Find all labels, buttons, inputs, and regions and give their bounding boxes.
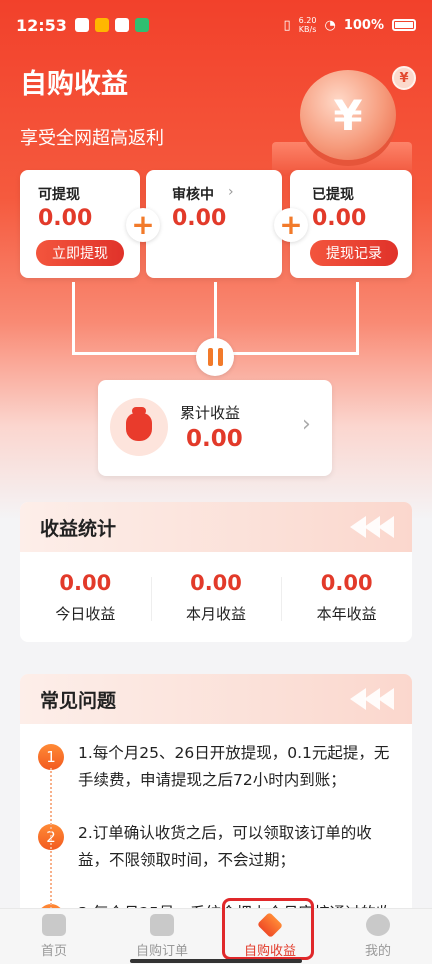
stat-year: 0.00 本年收益 xyxy=(281,571,412,624)
battery-icon xyxy=(392,19,416,31)
faq-item: 1 1.每个月25、26日开放提现，0.1元起提，无手续费，申请提现之后72小时… xyxy=(20,740,396,794)
arrows-decoration-icon xyxy=(350,516,394,538)
home-indicator[interactable] xyxy=(130,959,302,963)
faq-text: 1.每个月25、26日开放提现，0.1元起提，无手续费，申请提现之后72小时内到… xyxy=(78,744,390,789)
order-icon xyxy=(150,914,174,936)
reviewing-card[interactable]: 审核中 › 0.00 xyxy=(146,170,282,278)
total-earnings-value: 0.00 xyxy=(186,426,243,452)
withdraw-record-button[interactable]: 提现记录 xyxy=(310,240,398,266)
plus-icon: + xyxy=(274,208,308,242)
tab-profile[interactable]: 我的 xyxy=(324,909,432,964)
arrows-decoration-icon xyxy=(350,688,394,710)
reviewing-value: 0.00 xyxy=(172,206,227,231)
withdraw-now-button[interactable]: 立即提现 xyxy=(36,240,124,266)
chevron-right-icon: › xyxy=(302,412,311,437)
withdrawn-label: 已提现 xyxy=(312,187,354,203)
stat-value: 0.00 xyxy=(190,570,242,595)
wechat-notification-icon xyxy=(134,18,149,32)
profile-icon xyxy=(366,914,390,936)
faq-section: 常见问题 1 1.每个月25、26日开放提现，0.1元起提，无手续费，申请提现之… xyxy=(20,674,412,934)
faq-text: 2.订单确认收货之后，可以领取该订单的收益，不限领取时间，不会过期； xyxy=(78,824,372,869)
status-bar: 12:53 ▯ 6.20 KB/s ◔ 100% xyxy=(0,0,432,50)
stat-value: 0.00 xyxy=(320,570,373,595)
connector-line xyxy=(72,282,75,354)
yuan-coin-icon: ¥ xyxy=(300,70,396,160)
tab-self-earnings[interactable]: 自购收益 xyxy=(216,909,324,964)
plus-icon: + xyxy=(126,208,160,242)
withdrawable-value: 0.00 xyxy=(38,206,93,231)
withdrawn-card: 已提现 0.00 提现记录 xyxy=(290,170,412,278)
section-header: 收益统计 xyxy=(20,502,412,552)
total-earnings-card[interactable]: 累计收益 0.00 xyxy=(98,380,332,476)
stat-label: 本年收益 xyxy=(316,604,377,623)
section-header: 常见问题 xyxy=(20,674,412,724)
faq-list: 1 1.每个月25、26日开放提现，0.1元起提，无手续费，申请提现之后72小时… xyxy=(20,724,412,934)
stats-row: 0.00 今日收益 0.00 本月收益 0.00 本年收益 xyxy=(20,552,412,642)
section-title: 常见问题 xyxy=(40,689,117,712)
taobao-notification-icon xyxy=(94,18,109,32)
connector-line xyxy=(356,282,359,354)
stat-month: 0.00 本月收益 xyxy=(150,570,282,624)
tiktok-notification-icon xyxy=(114,18,129,32)
withdrawn-value: 0.00 xyxy=(312,206,367,231)
app-notification-icon xyxy=(74,18,89,32)
net-speed: 6.20 KB/s xyxy=(298,16,317,34)
reviewing-label: 审核中 xyxy=(172,187,214,203)
tab-self-orders[interactable]: 自购订单 xyxy=(108,909,216,964)
pause-icon xyxy=(196,338,234,376)
withdrawable-card: 可提现 0.00 立即提现 xyxy=(20,170,140,278)
connector-line xyxy=(214,282,217,342)
faq-item: 2 2.订单确认收货之后，可以领取该订单的收益，不限领取时间，不会过期； xyxy=(20,820,396,874)
stat-today: 0.00 今日收益 xyxy=(20,571,151,624)
tab-label: 自购订单 xyxy=(135,944,188,959)
battery-percent: 100% xyxy=(343,17,384,33)
notification-icons xyxy=(74,18,149,32)
stat-value: 0.00 xyxy=(59,570,112,595)
tab-label: 首页 xyxy=(40,944,67,959)
faq-number-badge: 1 xyxy=(38,744,64,770)
vibrate-icon: ▯ xyxy=(283,17,291,33)
status-right: ▯ 6.20 KB/s ◔ 100% xyxy=(284,16,416,34)
bottom-tab-bar: 首页 自购订单 自购收益 我的 xyxy=(0,908,432,964)
stat-label: 今日收益 xyxy=(55,604,116,623)
money-bag-icon xyxy=(110,398,168,456)
tab-label: 自购收益 xyxy=(243,944,296,959)
section-title: 收益统计 xyxy=(40,517,117,540)
stat-label: 本月收益 xyxy=(186,604,247,623)
wifi-icon: ◔ xyxy=(324,17,336,33)
earnings-stats-section: 收益统计 0.00 今日收益 0.00 本月收益 0.00 本年收益 xyxy=(20,502,412,642)
tab-home[interactable]: 首页 xyxy=(0,909,108,964)
page-subtitle: 享受全网超高返利 xyxy=(20,128,164,149)
withdrawable-label: 可提现 xyxy=(38,187,80,203)
page-title: 自购收益 xyxy=(20,69,128,100)
total-earnings-label: 累计收益 xyxy=(180,404,241,422)
earnings-icon xyxy=(256,911,284,939)
home-icon xyxy=(42,914,66,936)
status-time: 12:53 xyxy=(16,15,67,35)
tab-label: 我的 xyxy=(364,944,391,959)
small-yuan-coin-icon: ¥ xyxy=(392,66,416,90)
chevron-right-icon: › xyxy=(228,184,234,200)
